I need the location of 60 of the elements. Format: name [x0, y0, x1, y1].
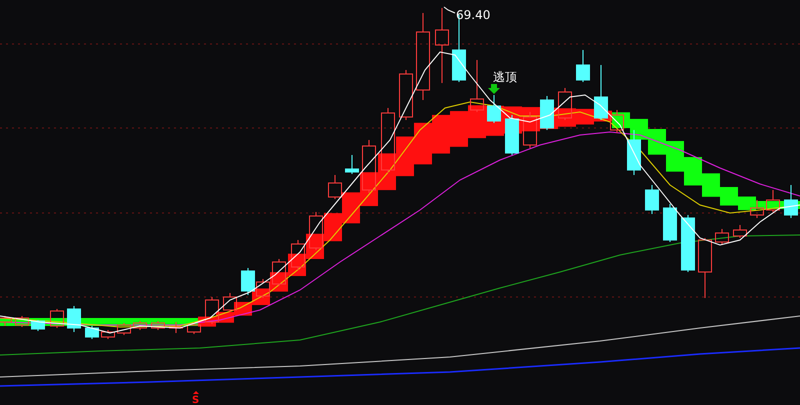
candlestick	[558, 88, 572, 120]
pointer-line	[444, 6, 456, 14]
candlestick	[645, 184, 659, 214]
candlestick	[169, 322, 183, 334]
candlestick	[362, 140, 376, 194]
candlestick	[187, 322, 201, 334]
ribbon-step	[342, 192, 360, 224]
candlestick	[50, 308, 64, 328]
signal-label: 逃顶	[493, 70, 517, 84]
candlestick	[67, 306, 81, 332]
candlestick	[256, 278, 270, 298]
ribbon-step	[648, 129, 666, 155]
ribbon-step	[684, 157, 702, 186]
ribbon-step	[702, 173, 720, 197]
candlestick	[610, 110, 624, 134]
candlestick	[523, 112, 537, 148]
candlestick	[328, 174, 342, 200]
candlestick	[681, 214, 695, 272]
candlestick	[470, 60, 484, 112]
candlestick	[117, 322, 131, 336]
candlestick	[309, 212, 323, 250]
candlestick	[505, 114, 519, 156]
candlestick	[85, 326, 99, 340]
candlestick	[151, 320, 165, 330]
ribbon-step	[468, 105, 486, 138]
candlestick	[766, 190, 780, 212]
ribbon-step	[414, 122, 432, 164]
candlestick	[31, 320, 45, 332]
candlestick	[241, 268, 255, 296]
candlestick	[715, 228, 729, 246]
candlestick	[345, 154, 359, 174]
candlestick	[698, 238, 712, 298]
ribbon-step	[396, 136, 414, 176]
candlestick	[101, 330, 115, 340]
signal-marker-label: S	[192, 395, 200, 405]
candlestick	[15, 316, 29, 328]
down-arrow-icon	[488, 84, 500, 94]
candlestick	[223, 292, 237, 312]
candlestick	[487, 94, 501, 124]
candlestick	[0, 316, 12, 326]
candlestick	[205, 296, 219, 324]
candlestick	[663, 204, 677, 242]
candlestick	[133, 320, 147, 330]
candlestick	[750, 200, 764, 218]
ribbon-step	[720, 187, 738, 206]
up-arrow-icon	[193, 391, 199, 394]
ribbon-step	[324, 213, 342, 242]
candlestick	[576, 50, 590, 82]
high-price-label: 69.40	[456, 8, 490, 22]
ribbon-step	[666, 141, 684, 172]
ribbon-step	[630, 118, 648, 140]
candlestick	[733, 224, 747, 238]
candlestick	[291, 240, 305, 270]
candlestick	[381, 108, 395, 174]
candlestick	[627, 130, 641, 176]
candlestick	[594, 64, 608, 120]
candlestick	[399, 70, 413, 120]
candlestick	[272, 258, 286, 286]
candlestick	[784, 184, 798, 218]
candlestick	[540, 96, 554, 130]
